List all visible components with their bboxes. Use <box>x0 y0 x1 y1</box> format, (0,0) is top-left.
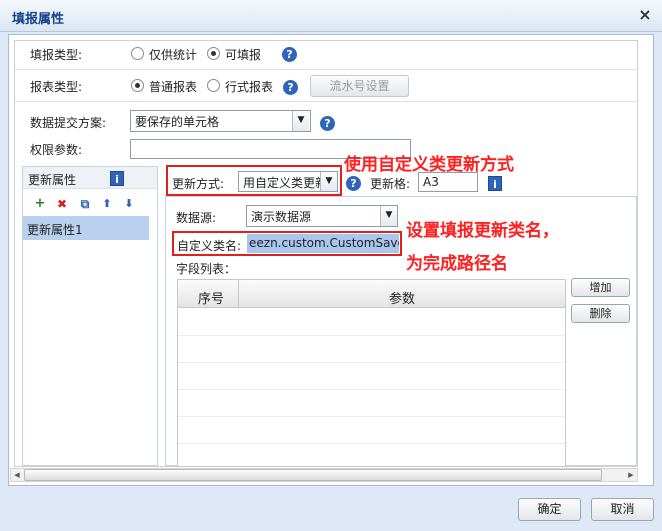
grid-row-line <box>178 335 565 336</box>
submit-plan-label: 数据提交方案: <box>30 116 107 130</box>
radio-fillable-label[interactable]: 可填报 <box>225 46 261 63</box>
update-mode-label: 更新方式: <box>172 177 225 191</box>
delete-field-button[interactable]: 删除 <box>571 304 630 323</box>
annotation-update-mode: 使用自定义类更新方式 <box>344 155 514 175</box>
radio-normal-report[interactable] <box>131 79 144 92</box>
datasource-select[interactable]: 演示数据源 <box>246 205 398 227</box>
datasource-label: 数据源: <box>176 211 217 225</box>
column-header-param[interactable]: 参数 <box>389 288 415 307</box>
add-field-button[interactable]: 增加 <box>571 278 630 297</box>
update-mode-value: 用自定义类更新 <box>243 176 328 190</box>
move-down-icon[interactable]: ⬇ <box>122 197 136 211</box>
ok-button[interactable]: 确定 <box>518 498 581 521</box>
scroll-right-icon[interactable]: ▶ <box>626 470 636 480</box>
fill-type-label: 填报类型: <box>30 48 83 62</box>
delete-icon[interactable]: ✖ <box>55 197 69 211</box>
divider <box>15 69 637 70</box>
copy-icon[interactable]: ⧉ <box>78 197 92 211</box>
column-divider <box>238 280 239 308</box>
update-props-panel <box>22 166 158 466</box>
chevron-down-icon[interactable]: ▼ <box>292 111 309 131</box>
close-icon[interactable]: × <box>636 6 654 24</box>
title-bar <box>0 0 662 32</box>
datasource-value: 演示数据源 <box>251 210 312 224</box>
submit-plan-value: 要保存的单元格 <box>135 115 220 129</box>
permission-label: 权限参数: <box>30 143 83 157</box>
grid-row-line <box>178 416 565 417</box>
update-props-title: 更新属性 <box>28 173 77 187</box>
add-icon[interactable]: + <box>33 197 47 211</box>
info-icon[interactable]: i <box>488 176 502 191</box>
chevron-down-icon[interactable]: ▼ <box>320 172 337 191</box>
chevron-down-icon[interactable]: ▼ <box>380 206 397 226</box>
annotation-class-line1: 设置填报更新类名， <box>406 221 559 241</box>
scrollbar-thumb[interactable] <box>24 469 602 481</box>
submit-plan-select[interactable]: 要保存的单元格 <box>130 110 311 132</box>
grid-row-line <box>178 389 565 390</box>
update-cell-input[interactable]: A3 <box>418 172 478 192</box>
radio-normal-report-label[interactable]: 普通报表 <box>149 78 197 95</box>
field-list-label: 字段列表： <box>176 262 237 276</box>
custom-class-input[interactable]: eezn.custom.CustomSaver <box>247 234 399 253</box>
list-item[interactable]: 更新属性1 <box>23 216 149 240</box>
cancel-button[interactable]: 取消 <box>591 498 654 521</box>
custom-class-label: 自定义类名: <box>177 239 242 253</box>
grid-row-line <box>178 443 565 444</box>
scroll-left-icon[interactable]: ◀ <box>12 470 22 480</box>
help-icon[interactable]: ? <box>346 176 361 191</box>
help-icon[interactable]: ? <box>283 80 298 95</box>
info-icon[interactable]: i <box>110 171 124 186</box>
radio-fillable[interactable] <box>207 47 220 60</box>
field-grid-header <box>178 280 565 308</box>
serial-number-button[interactable]: 流水号设置 <box>310 75 409 97</box>
help-icon[interactable]: ? <box>320 116 335 131</box>
radio-row-report[interactable] <box>207 79 220 92</box>
divider <box>15 101 637 102</box>
annotation-class-line2: 为完成路径名 <box>406 254 508 274</box>
column-header-index[interactable]: 序号 <box>198 288 224 307</box>
list-item-label: 更新属性1 <box>27 223 83 237</box>
move-up-icon[interactable]: ⬆ <box>100 197 114 211</box>
radio-stat-only-label[interactable]: 仅供统计 <box>149 46 197 63</box>
dialog-title: 填报属性 <box>12 12 65 27</box>
update-cell-label: 更新格: <box>370 177 411 191</box>
radio-row-report-label[interactable]: 行式报表 <box>225 78 273 95</box>
report-type-label: 报表类型: <box>30 80 83 94</box>
grid-row-line <box>178 362 565 363</box>
help-icon[interactable]: ? <box>282 47 297 62</box>
radio-stat-only[interactable] <box>131 47 144 60</box>
